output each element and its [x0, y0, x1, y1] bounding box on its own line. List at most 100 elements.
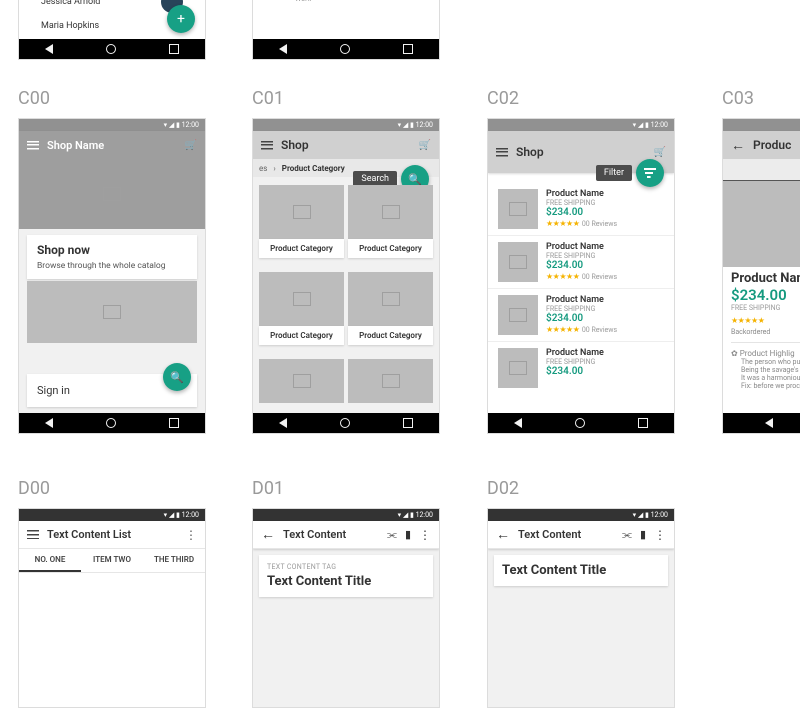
menu-icon[interactable]: [261, 141, 273, 150]
label-c02: C02: [487, 88, 519, 109]
android-navbar[interactable]: [19, 413, 205, 433]
product-row[interactable]: Product Name FREE SHIPPING $234.00 ★★★★★…: [488, 183, 674, 236]
tabs: NO. ONE ITEM TWO THE THIRD: [19, 549, 205, 573]
tab-one[interactable]: NO. ONE: [723, 159, 800, 182]
bookmark-icon[interactable]: ▮: [405, 528, 411, 541]
c00-phone: ▾ ◢ ▮ 12:00 Shop Name Shop now Browse th…: [18, 118, 206, 434]
filter-chip[interactable]: Filter: [596, 165, 632, 181]
back-arrow-icon[interactable]: ←: [261, 526, 275, 543]
app-title: Text Content List: [47, 528, 131, 541]
back-icon[interactable]: [279, 418, 287, 428]
label-d02: D02: [487, 478, 519, 499]
card-title: Shop now: [37, 243, 187, 257]
app-bar: ← Text Content ⫘ ▮ ⋮: [253, 521, 439, 549]
tab-one[interactable]: NO. ONE: [19, 549, 81, 572]
share-icon[interactable]: ⫘: [622, 528, 632, 542]
product-name: Product Name: [546, 189, 664, 199]
stock-status: Backordered: [731, 328, 800, 336]
back-icon[interactable]: [765, 418, 773, 428]
product-name: Product Nam: [731, 271, 800, 286]
content-title: Text Content Title: [502, 563, 660, 578]
breadcrumb[interactable]: Product Category: [282, 164, 345, 173]
recent-icon[interactable]: [403, 44, 413, 54]
menu-icon[interactable]: [27, 530, 39, 539]
product-image: [498, 242, 538, 282]
category-tile[interactable]: Product Category: [348, 185, 433, 268]
back-icon[interactable]: [279, 44, 287, 54]
product-image: [498, 189, 538, 229]
app-title: Produc: [753, 138, 791, 152]
bookmark-icon[interactable]: ▮: [640, 528, 646, 541]
content-title: Text Content Title: [267, 574, 425, 589]
back-arrow-icon[interactable]: ←: [496, 526, 510, 543]
product-row[interactable]: Product Name FREE SHIPPING $234.00: [488, 342, 674, 394]
filter-icon: [644, 168, 656, 178]
recent-icon[interactable]: [638, 418, 648, 428]
cart-icon[interactable]: [419, 140, 431, 151]
menu-icon[interactable]: [27, 141, 39, 150]
recent-icon[interactable]: [169, 418, 179, 428]
content-card: Text Content Title: [494, 555, 668, 586]
category-tile[interactable]: [348, 359, 433, 413]
product-row[interactable]: Product Name FREE SHIPPING $234.00 ★★★★★…: [488, 236, 674, 289]
category-tile[interactable]: Product Category: [259, 272, 344, 355]
cart-icon[interactable]: [185, 140, 197, 151]
email-row[interactable]: contact@gmail.com Work: [265, 0, 427, 7]
status-bar: ▾ ◢ ▮ 12:00: [253, 509, 439, 521]
home-icon[interactable]: [575, 418, 585, 428]
product-price: $234.00: [731, 286, 800, 304]
tab-three[interactable]: THE THIRD: [143, 549, 205, 572]
app-bar: Shop Name: [19, 131, 205, 159]
more-icon[interactable]: ⋮: [419, 528, 431, 542]
more-icon[interactable]: ⋮: [654, 528, 666, 542]
promo-image: [27, 281, 197, 343]
android-navbar[interactable]: [488, 413, 674, 433]
recent-icon[interactable]: [169, 44, 179, 54]
app-bar: Text Content List ⋮: [19, 521, 205, 549]
highlights-title: ✿ Product Highlig: [731, 349, 800, 358]
label-c00: C00: [18, 88, 50, 109]
d01-phone: ▾ ◢ ▮ 12:00 ← Text Content ⫘ ▮ ⋮ TEXT CO…: [252, 508, 440, 708]
android-navbar[interactable]: [253, 413, 439, 433]
recent-icon[interactable]: [403, 418, 413, 428]
back-icon[interactable]: [45, 418, 53, 428]
status-bar: ▾ ◢ ▮ 12:00: [19, 509, 205, 521]
stars-icon: ★★★★★: [546, 219, 579, 228]
home-icon[interactable]: [106, 418, 116, 428]
app-title: Shop Name: [47, 139, 104, 152]
back-arrow-icon[interactable]: ←: [731, 137, 745, 154]
app-title: Shop: [281, 138, 309, 152]
android-navbar[interactable]: [19, 39, 205, 59]
breadcrumb[interactable]: es: [259, 164, 267, 173]
more-icon[interactable]: ⋮: [185, 528, 197, 542]
category-tile[interactable]: Product Category: [259, 185, 344, 268]
category-tile[interactable]: Product Category: [348, 272, 433, 355]
android-navbar[interactable]: [723, 413, 800, 433]
fab-search[interactable]: [163, 363, 191, 391]
content-card: TEXT CONTENT TAG Text Content Title: [259, 555, 433, 597]
signin-label: Sign in: [37, 384, 70, 397]
home-icon[interactable]: [340, 44, 350, 54]
home-icon[interactable]: [340, 418, 350, 428]
tab-two[interactable]: ITEM TWO: [81, 549, 143, 572]
tabs: NO. ONE: [723, 159, 800, 182]
category-tile[interactable]: [259, 359, 344, 413]
status-bar: ▾ ◢ ▮ 12:00: [253, 119, 439, 131]
share-icon[interactable]: ⫘: [387, 528, 397, 542]
shipping-label: FREE SHIPPING: [546, 199, 664, 207]
breadcrumb-sep: ›: [273, 164, 275, 173]
home-icon[interactable]: [106, 44, 116, 54]
product-row[interactable]: Product Name FREE SHIPPING $234.00 ★★★★★…: [488, 289, 674, 342]
menu-icon[interactable]: [496, 148, 508, 157]
contact-name: Maria Hopkins: [41, 21, 99, 31]
app-bar: ← Produc: [723, 131, 800, 159]
android-navbar[interactable]: [253, 39, 439, 59]
cart-icon[interactable]: [654, 147, 666, 158]
back-icon[interactable]: [514, 418, 522, 428]
hero-image: [19, 159, 205, 229]
back-icon[interactable]: [45, 44, 53, 54]
fab-add[interactable]: +: [167, 5, 195, 33]
c02-phone: ▾ ◢ ▮ 12:00 Shop Filter Product Name FRE…: [487, 118, 675, 434]
shop-now-card[interactable]: Shop now Browse through the whole catalo…: [27, 235, 197, 279]
app-title: Shop: [516, 145, 544, 159]
